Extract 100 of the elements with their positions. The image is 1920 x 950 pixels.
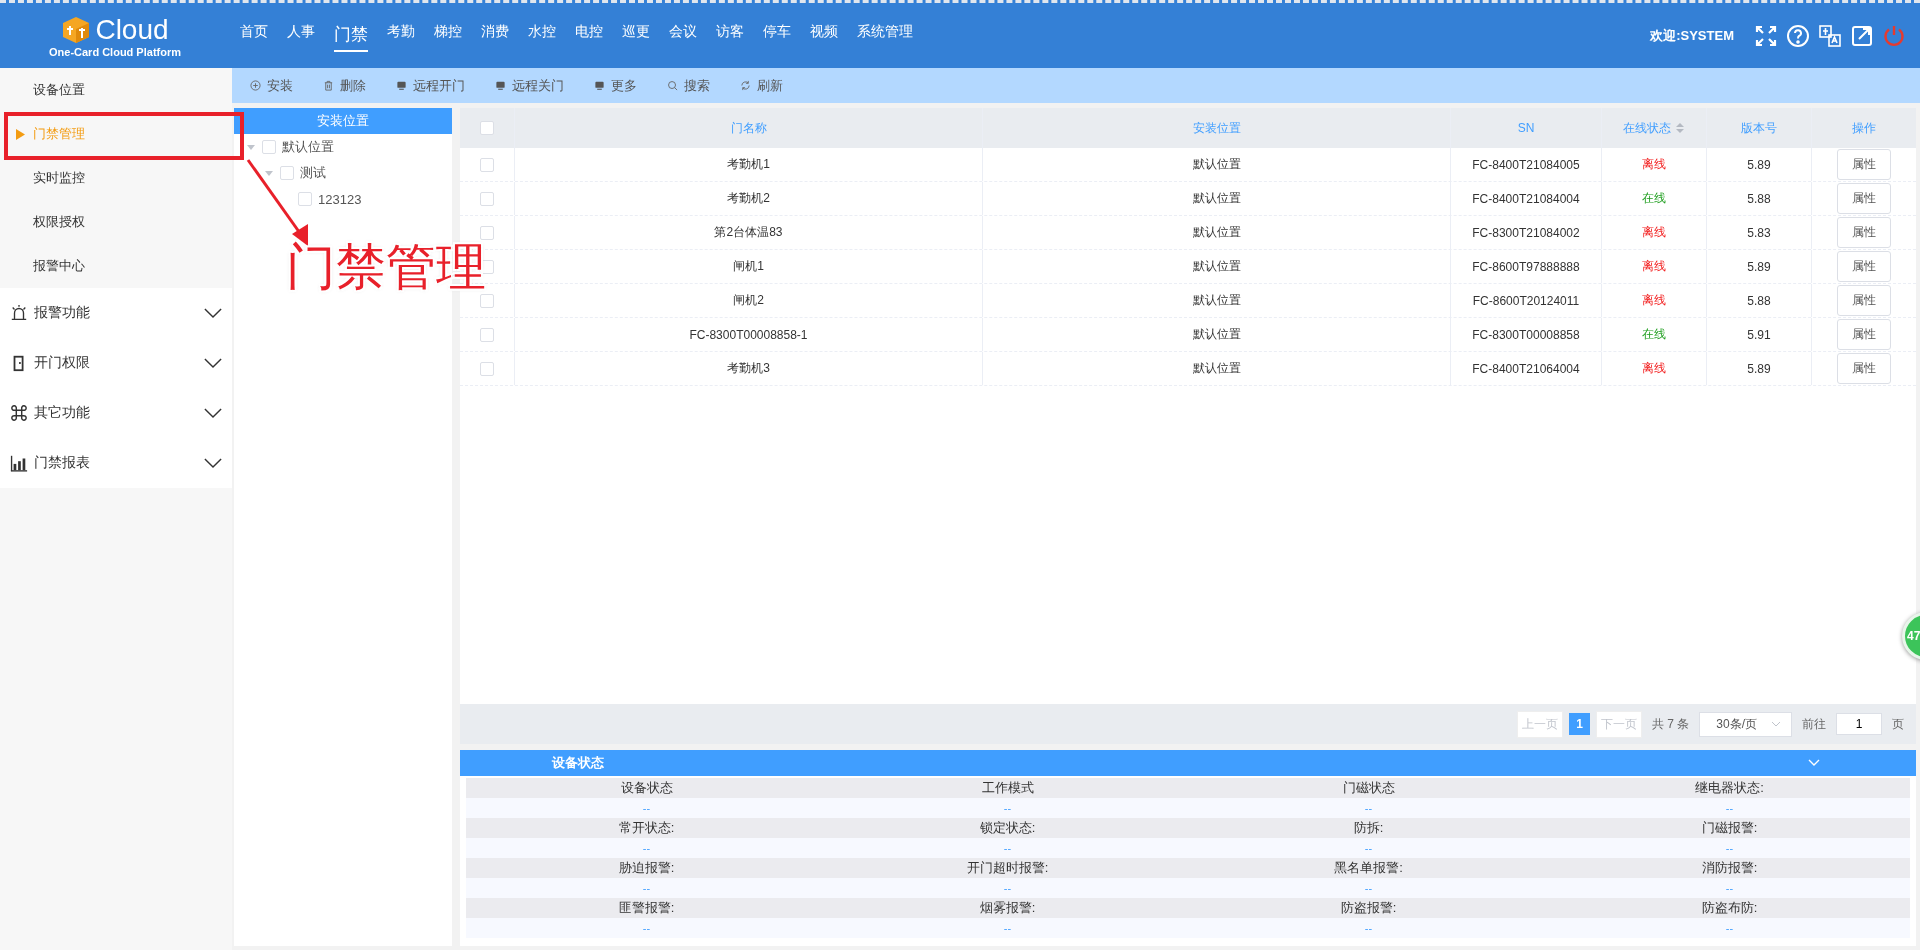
nav-tab[interactable]: 考勤 [387, 19, 415, 52]
field-value: -- [642, 922, 651, 934]
field-value: -- [642, 842, 651, 854]
sidebar-item[interactable]: 报警中心 [0, 244, 232, 288]
field-label: 烟雾报警: [979, 900, 1036, 915]
nav-tab[interactable]: 电控 [575, 19, 603, 52]
properties-button[interactable]: 属性 [1837, 183, 1891, 214]
field-value: -- [1725, 802, 1734, 814]
nav-tab[interactable]: 停车 [763, 19, 791, 52]
toolbar-button[interactable]: 删除 [319, 74, 370, 97]
tree-item[interactable]: 123123 [318, 191, 362, 207]
checkbox[interactable] [480, 121, 494, 135]
goto-page-field[interactable]: 1 [1836, 713, 1882, 735]
sidebar-group[interactable]: 报警功能 [0, 288, 232, 338]
checkbox[interactable] [480, 327, 494, 342]
checkbox[interactable] [480, 191, 494, 206]
page-number[interactable]: 1 [1569, 713, 1590, 735]
search-icon [667, 80, 678, 91]
table-cell: FC-8400T21064004 [1472, 361, 1580, 376]
properties-button[interactable]: 属性 [1837, 353, 1891, 384]
nav-tab[interactable]: 会议 [669, 19, 697, 52]
table-cell: 默认位置 [1192, 190, 1241, 207]
help-icon[interactable] [1786, 23, 1810, 48]
sidebar-group[interactable]: 其它功能 [0, 388, 232, 438]
sort-icon[interactable] [1675, 122, 1685, 134]
table-cell: 默认位置 [1192, 224, 1241, 241]
field-label: 常开状态: [618, 820, 675, 835]
nav-tab[interactable]: 消费 [481, 19, 509, 52]
table-cell: 5.88 [1747, 191, 1771, 206]
status-text: 离线 [1642, 292, 1666, 309]
table-cell: FC-8600T97888888 [1472, 259, 1580, 274]
nav-tab[interactable]: 人事 [287, 19, 315, 52]
field-label: 门磁状态 [1342, 780, 1395, 795]
monitor-icon [495, 80, 506, 91]
fullscreen-icon[interactable] [1754, 23, 1778, 48]
properties-button[interactable]: 属性 [1837, 251, 1891, 282]
nav-tab[interactable]: 视频 [810, 19, 838, 52]
sidebar-item[interactable]: 实时监控 [0, 156, 232, 200]
properties-button[interactable]: 属性 [1837, 285, 1891, 316]
nav-tab[interactable]: 巡更 [622, 19, 650, 52]
chevron-icon [1771, 721, 1781, 727]
page-size-select[interactable]: 30条/页 [1699, 711, 1792, 737]
table-cell: 默认位置 [1192, 360, 1241, 377]
nav-tab[interactable]: 系统管理 [857, 19, 913, 52]
table-cell: FC-8300T21084002 [1472, 225, 1580, 240]
status-text: 离线 [1642, 156, 1666, 173]
logo-icon [61, 14, 92, 45]
nav-tab[interactable]: 梯控 [434, 19, 462, 52]
table-cell: 5.89 [1747, 361, 1771, 376]
tree-item[interactable]: 默认位置 [282, 138, 334, 156]
sidebar-group[interactable]: 开门权限 [0, 338, 232, 388]
external-link-icon[interactable] [1850, 23, 1874, 48]
translate-icon[interactable] [1818, 23, 1842, 48]
toolbar-button[interactable]: 远程关门 [491, 74, 568, 97]
caret-icon[interactable] [264, 168, 274, 178]
nav-tab[interactable]: 首页 [240, 19, 268, 52]
toolbar-button[interactable]: 刷新 [736, 74, 787, 97]
column-header: 门名称 [730, 119, 767, 137]
checkbox[interactable] [480, 225, 494, 240]
field-label: 防拆: [1353, 820, 1384, 835]
toolbar-button[interactable]: 搜索 [663, 74, 714, 97]
field-label: 工作模式 [981, 780, 1034, 795]
toolbar-button[interactable]: 安装 [246, 74, 297, 97]
field-value: -- [642, 802, 651, 814]
checkbox[interactable] [298, 192, 312, 206]
trash-icon [323, 80, 334, 91]
column-header: 版本号 [1741, 119, 1777, 137]
properties-button[interactable]: 属性 [1837, 149, 1891, 180]
checkbox[interactable] [480, 157, 494, 172]
table-cell: 5.89 [1747, 259, 1771, 274]
nav-tab[interactable]: 水控 [528, 19, 556, 52]
field-label: 门磁报警: [1701, 820, 1758, 835]
alarm-light-icon [10, 304, 28, 322]
nav-tab[interactable]: 访客 [716, 19, 744, 52]
nav-tab[interactable]: 门禁 [334, 19, 368, 52]
status-text: 离线 [1642, 224, 1666, 241]
sidebar-group[interactable]: 门禁报表 [0, 438, 232, 488]
checkbox[interactable] [262, 140, 276, 154]
checkbox[interactable] [280, 166, 294, 180]
field-value: -- [1364, 922, 1373, 934]
properties-button[interactable]: 属性 [1837, 319, 1891, 350]
chevron-icon[interactable] [1808, 759, 1820, 767]
toolbar-button[interactable]: 更多 [590, 74, 641, 97]
panel-header[interactable]: 设备状态 [460, 750, 1916, 776]
table-cell: 默认位置 [1192, 292, 1241, 309]
checkbox[interactable] [480, 293, 494, 308]
toolbar-button[interactable]: 远程开门 [392, 74, 469, 97]
properties-button[interactable]: 属性 [1837, 217, 1891, 248]
sidebar-item[interactable]: 权限授权 [0, 200, 232, 244]
field-value: -- [1364, 802, 1373, 814]
caret-icon[interactable] [246, 142, 256, 152]
field-value: -- [1003, 922, 1012, 934]
checkbox[interactable] [480, 361, 494, 376]
field-value: -- [1725, 922, 1734, 934]
field-value: -- [642, 882, 651, 894]
table-cell: 5.83 [1747, 225, 1771, 240]
table-cell: FC-8300T00008858 [1472, 327, 1580, 342]
sidebar-item[interactable]: 设备位置 [0, 68, 232, 112]
power-icon[interactable] [1882, 23, 1906, 48]
tree-item[interactable]: 测试 [300, 164, 326, 182]
